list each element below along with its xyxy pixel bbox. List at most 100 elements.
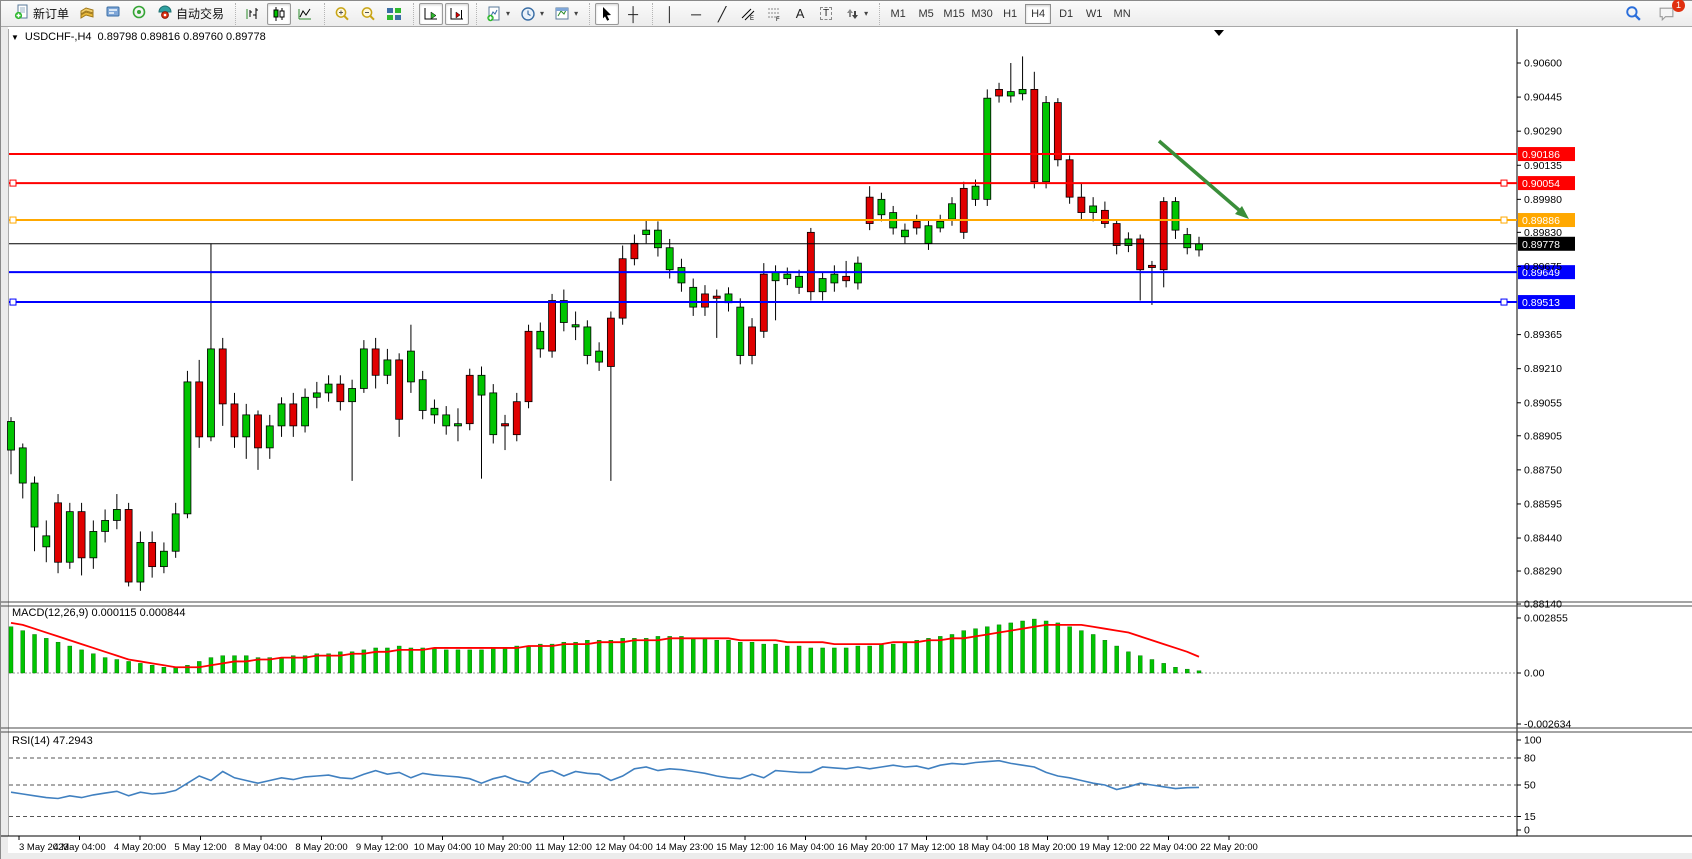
candle-body — [1078, 197, 1085, 212]
vertical-line-tool[interactable]: │ — [658, 3, 682, 25]
templates-button[interactable]: ▾ — [550, 3, 582, 25]
candle-body — [796, 276, 803, 287]
signals-button[interactable] — [127, 3, 151, 25]
candle-body — [984, 98, 991, 199]
tf-m5-button[interactable]: M5 — [913, 4, 939, 24]
candle-body — [1148, 265, 1155, 267]
hline-handle[interactable] — [10, 180, 16, 186]
timeframe-group: M1 M5 M15 M30 H1 H4 D1 W1 MN — [879, 3, 1140, 25]
macd-histogram-bar — [1044, 621, 1048, 673]
time-tick-label: 18 May 04:00 — [958, 842, 1016, 853]
zoom-out-button[interactable] — [356, 3, 380, 25]
chart-shift-icon — [449, 6, 465, 22]
candle-body — [466, 375, 473, 423]
autotrading-button[interactable]: 自动交易 — [153, 3, 228, 25]
candle-body — [666, 248, 673, 270]
text-tool[interactable]: A — [788, 3, 812, 25]
chart-canvas[interactable]: 0.901860.900540.898860.897780.896490.895… — [1, 27, 1692, 859]
macd-histogram-bar — [1103, 640, 1107, 673]
crosshair-button[interactable]: ┼ — [621, 3, 645, 25]
macd-histogram-bar — [421, 648, 425, 673]
candle-body — [584, 327, 591, 356]
price-tick-label: 0.89210 — [1524, 363, 1562, 375]
notifications-button[interactable]: 1 — [1654, 3, 1679, 25]
trendline-tool[interactable]: ╱ — [710, 3, 734, 25]
chart-shift-button[interactable] — [445, 3, 469, 25]
macd-histogram-bar — [432, 648, 436, 673]
candle-body — [654, 230, 661, 248]
macd-histogram-bar — [91, 654, 95, 673]
search-button[interactable] — [1621, 3, 1646, 25]
candle-body — [55, 503, 62, 562]
tf-mn-button[interactable]: MN — [1109, 4, 1135, 24]
time-tick-label: 16 May 20:00 — [837, 842, 895, 853]
macd-histogram-bar — [574, 642, 578, 673]
auto-scroll-button[interactable] — [419, 3, 443, 25]
new-order-button[interactable]: 新订单 — [10, 3, 73, 25]
macd-histogram-bar — [1091, 634, 1095, 673]
candle-body — [502, 424, 509, 426]
price-badge-label: 0.89886 — [1522, 215, 1560, 227]
macd-histogram-bar — [774, 644, 778, 673]
horizontal-line-tool[interactable]: ─ — [684, 3, 708, 25]
macd-histogram-bar — [1162, 663, 1166, 673]
macd-histogram-bar — [33, 634, 37, 673]
candlestick-chart-button[interactable] — [267, 3, 291, 25]
macd-histogram-bar — [926, 638, 930, 673]
price-tick-label: 0.88140 — [1524, 599, 1562, 611]
label-tool[interactable]: T — [814, 3, 838, 25]
zoom-in-button[interactable] — [330, 3, 354, 25]
chart-list-button[interactable] — [75, 3, 99, 25]
time-tick-label: 10 May 20:00 — [474, 842, 532, 853]
market-watch-button[interactable] — [101, 3, 125, 25]
fibonacci-tool[interactable]: F — [762, 3, 786, 25]
tf-m15-button[interactable]: M15 — [941, 4, 967, 24]
candle-body — [231, 404, 238, 437]
candle-body — [925, 226, 932, 244]
tile-windows-button[interactable] — [382, 3, 406, 25]
price-tick-label: 0.89055 — [1524, 397, 1562, 409]
macd-histogram-bar — [491, 648, 495, 673]
tf-w1-button[interactable]: W1 — [1081, 4, 1107, 24]
macd-histogram-bar — [938, 636, 942, 673]
line-chart-button[interactable] — [293, 3, 317, 25]
macd-histogram-bar — [691, 638, 695, 673]
price-badge-label: 0.89513 — [1522, 297, 1560, 309]
indicators-button[interactable]: ▾ — [482, 3, 514, 25]
signals-icon — [131, 4, 147, 23]
candle-body — [313, 393, 320, 397]
candle-body — [901, 230, 908, 237]
trendline-icon: ╱ — [718, 7, 726, 21]
candle-body — [325, 384, 332, 393]
macd-histogram-bar — [1150, 660, 1154, 673]
cursor-button[interactable] — [595, 3, 619, 25]
hline-handle[interactable] — [1501, 299, 1507, 305]
bar-chart-button[interactable] — [241, 3, 265, 25]
macd-histogram-bar — [468, 650, 472, 673]
rsi-tick-label: 0 — [1524, 825, 1530, 837]
macd-histogram-bar — [856, 646, 860, 673]
periods-button[interactable]: ▾ — [516, 3, 548, 25]
macd-histogram-bar — [1115, 646, 1119, 673]
tf-h4-button[interactable]: H4 — [1025, 4, 1051, 24]
tf-m1-button[interactable]: M1 — [885, 4, 911, 24]
macd-histogram-bar — [950, 634, 954, 673]
candle-body — [513, 402, 520, 435]
macd-histogram-bar — [562, 642, 566, 673]
hline-handle[interactable] — [1501, 180, 1507, 186]
hline-handle[interactable] — [10, 299, 16, 305]
tf-m30-button[interactable]: M30 — [969, 4, 995, 24]
hline-handle[interactable] — [10, 217, 16, 223]
shapes-tool[interactable]: ▾ — [840, 3, 872, 25]
channel-tool[interactable]: E — [736, 3, 760, 25]
crosshair-icon: ┼ — [628, 7, 638, 21]
macd-histogram-bar — [1079, 631, 1083, 673]
tf-h1-button[interactable]: H1 — [997, 4, 1023, 24]
macd-histogram-bar — [9, 627, 13, 673]
tf-d1-button[interactable]: D1 — [1053, 4, 1079, 24]
macd-histogram-bar — [162, 667, 166, 673]
price-tick-label: 0.89980 — [1524, 194, 1562, 206]
macd-histogram-bar — [785, 646, 789, 673]
hline-handle[interactable] — [1501, 217, 1507, 223]
chart-dropdown-icon[interactable]: ▼ — [11, 33, 19, 42]
